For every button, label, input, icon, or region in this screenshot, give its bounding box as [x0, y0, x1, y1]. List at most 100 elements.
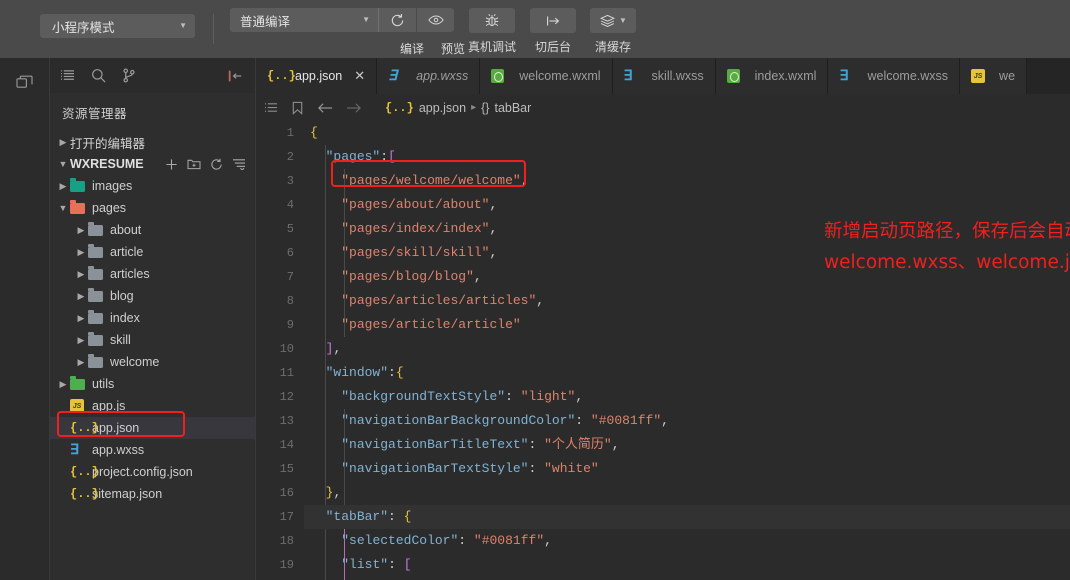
clear-cache-button[interactable]: ▼ 清缓存: [590, 0, 637, 55]
chevron-down-icon: ▼: [179, 21, 187, 30]
tree-item-label: utils: [92, 377, 115, 391]
js-file-icon: JS: [971, 69, 987, 83]
panels-icon[interactable]: [7, 68, 43, 96]
tree-item-label: pages: [92, 201, 127, 215]
editor-tab-app-json[interactable]: {..} app.json ✕: [256, 58, 378, 94]
code-content[interactable]: { "pages":[ "pages/welcome/welcome", "pa…: [304, 121, 1070, 580]
tree-item-app-json[interactable]: {..} app.json: [50, 417, 255, 439]
line-number: 14: [279, 438, 294, 452]
tree-item-sitemap-json[interactable]: {..} sitemap.json: [50, 483, 255, 505]
arrow-right-icon[interactable]: [346, 102, 362, 114]
code-line[interactable]: "list": [: [304, 553, 1070, 577]
editor-tab-welcome-wxss[interactable]: ∃ welcome.wxss: [828, 58, 961, 94]
code-line[interactable]: "window":{: [304, 361, 1070, 385]
folder-icon: [88, 266, 104, 281]
compile-select-label: 普通编译: [240, 14, 291, 29]
toolbar-left-group: 小程序模式 ▼: [0, 0, 230, 44]
plus-icon[interactable]: [165, 158, 178, 171]
tree-item-welcome[interactable]: ▶ welcome: [50, 351, 255, 373]
tree-item-app-js[interactable]: JS app.js: [50, 395, 255, 417]
tree-item-images[interactable]: ▶ images: [50, 175, 255, 197]
code-line[interactable]: "navigationBarTextStyle": "white": [304, 457, 1070, 481]
tree-item-about[interactable]: ▶ about: [50, 219, 255, 241]
background-button[interactable]: 切后台: [530, 0, 577, 55]
code-line[interactable]: "pages/skill/skill",: [304, 241, 1070, 265]
code-line[interactable]: "pages":[: [304, 145, 1070, 169]
tree-item-article[interactable]: ▶ article: [50, 241, 255, 263]
top-toolbar: 小程序模式 ▼ 普通编译 ▼ 真机调试 切后台 ▼ 清缓存 编译 预览: [0, 0, 1070, 58]
chevron-down-icon: ▼: [58, 159, 68, 169]
code-line[interactable]: {: [304, 121, 1070, 145]
tree-item-project-config-json[interactable]: {..} project.config.json: [50, 461, 255, 483]
line-number: 16: [279, 486, 294, 500]
list-icon[interactable]: [264, 102, 278, 114]
search-icon[interactable]: [91, 68, 106, 83]
code-line[interactable]: "pages/article/article": [304, 313, 1070, 337]
sidebar-section-workspace[interactable]: ▼ WXRESUME: [50, 153, 255, 175]
workspace-actions: [165, 158, 255, 171]
bookmark-icon[interactable]: [291, 101, 304, 115]
code-line[interactable]: "tabBar": {: [304, 505, 1070, 529]
folder-icon: [88, 332, 104, 347]
code-line[interactable]: "pages/welcome/welcome",: [304, 169, 1070, 193]
tree-item-app-wxss[interactable]: ∃ app.wxss: [50, 439, 255, 461]
tree-item-articles[interactable]: ▶ articles: [50, 263, 255, 285]
collapse-all-icon[interactable]: [232, 158, 246, 171]
code-line[interactable]: "pages/index/index",: [304, 217, 1070, 241]
chevron-down-icon: ▼: [362, 15, 370, 24]
chevron-right-icon: ▶: [77, 246, 85, 257]
code-line[interactable]: "pages/about/about",: [304, 193, 1070, 217]
editor-tab-welcome-wxml[interactable]: welcome.wxml: [480, 58, 613, 94]
chevron-right-icon: ▶: [77, 224, 85, 235]
collapse-panel-icon[interactable]: [227, 69, 255, 83]
close-icon[interactable]: ✕: [354, 68, 365, 84]
tree-item-pages[interactable]: ▼ pages: [50, 197, 255, 219]
breadcrumb-file[interactable]: app.json: [419, 101, 466, 115]
code-line[interactable]: ],: [304, 337, 1070, 361]
code-line[interactable]: "navigationBarBackgroundColor": "#0081ff…: [304, 409, 1070, 433]
editor-tab-we[interactable]: JS we: [960, 58, 1028, 94]
breadcrumb-symbol[interactable]: tabBar: [494, 101, 531, 115]
branch-icon[interactable]: [122, 68, 136, 83]
mode-select[interactable]: 小程序模式 ▼: [40, 14, 195, 38]
folder-icon: [70, 376, 86, 391]
remote-debug-button[interactable]: 真机调试: [468, 0, 516, 55]
new-folder-icon[interactable]: [187, 158, 201, 171]
chevron-right-icon: ▶: [59, 180, 67, 191]
list-icon[interactable]: [60, 69, 75, 82]
line-number-gutter: 1234567891011121314151617181920: [256, 121, 304, 580]
explorer-sidebar: 资源管理器 ▶ 打开的编辑器 ▼ WXRESUME ▶ images ▼ pag…: [50, 58, 256, 580]
editor-tab-bar: {..} app.json ✕ ∃ app.wxss welcome.wxml ∃ skill…: [256, 58, 1070, 94]
code-line[interactable]: },: [304, 481, 1070, 505]
arrow-left-icon[interactable]: [317, 102, 333, 114]
layers-icon: ▼: [590, 8, 637, 33]
tree-item-skill[interactable]: ▶ skill: [50, 329, 255, 351]
line-number: 19: [279, 558, 294, 572]
code-line[interactable]: "pages/blog/blog",: [304, 265, 1070, 289]
compile-button[interactable]: [378, 8, 416, 32]
sidebar-section-open-editors[interactable]: ▶ 打开的编辑器: [50, 131, 255, 153]
code-area[interactable]: 1234567891011121314151617181920 { "pages…: [256, 121, 1070, 580]
tree-item-blog[interactable]: ▶ blog: [50, 285, 255, 307]
editor-tab-skill-wxss[interactable]: ∃ skill.wxss: [612, 58, 716, 94]
tree-item-index[interactable]: ▶ index: [50, 307, 255, 329]
compile-select[interactable]: 普通编译 ▼: [230, 8, 378, 32]
tree-item-utils[interactable]: ▶ utils: [50, 373, 255, 395]
editor-tab-app-wxss[interactable]: ∃ app.wxss: [377, 58, 481, 94]
tab-label: app.wxss: [416, 69, 469, 83]
file-tree: ▶ images ▼ pages ▶ about ▶ article ▶ articles ▶ blo…: [50, 175, 255, 505]
code-line[interactable]: "navigationBarTitleText": "个人简历",: [304, 433, 1070, 457]
tab-label: index.wxml: [754, 69, 817, 83]
code-line[interactable]: "pages/articles/articles",: [304, 289, 1070, 313]
tree-item-label: app.js: [92, 399, 126, 413]
toolbar-divider: [213, 14, 214, 44]
mode-select-label: 小程序模式: [52, 20, 115, 35]
code-line[interactable]: "selectedColor": "#0081ff",: [304, 529, 1070, 553]
code-line[interactable]: "backgroundTextStyle": "light",: [304, 385, 1070, 409]
preview-label: 预览: [441, 42, 466, 56]
wxml-file-icon: [491, 69, 507, 83]
preview-button[interactable]: [416, 8, 454, 32]
editor-tab-index-wxml[interactable]: index.wxml: [715, 58, 829, 94]
line-number: 6: [286, 246, 294, 260]
refresh-icon[interactable]: [210, 158, 223, 171]
